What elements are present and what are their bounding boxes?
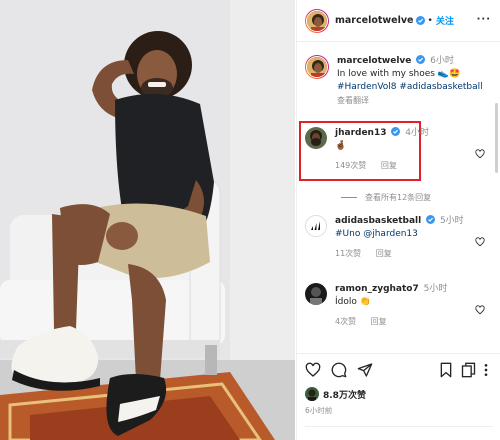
- post-photo: [0, 0, 295, 440]
- add-comment-bar[interactable]: [305, 426, 493, 440]
- separator-dot: •: [427, 15, 433, 26]
- comment-time[interactable]: 5小时: [440, 216, 464, 226]
- comment-likes[interactable]: 4次赞: [335, 317, 356, 326]
- comment-icon[interactable]: [331, 362, 347, 378]
- heart-icon[interactable]: [475, 305, 485, 315]
- reply-button[interactable]: 回复: [371, 317, 387, 326]
- reply-button[interactable]: 回复: [376, 249, 392, 258]
- see-translation-link[interactable]: 查看翻译: [337, 94, 487, 107]
- hashtag-link[interactable]: #Uno: [335, 229, 360, 239]
- caption-username[interactable]: marcelotwelve: [337, 56, 411, 66]
- caption-text: In love with my shoes 👟🤩: [337, 69, 461, 79]
- more-options-icon[interactable]: ···: [477, 14, 491, 25]
- copy-icon[interactable]: [461, 362, 476, 378]
- comment-time[interactable]: 4小时: [405, 128, 429, 138]
- author-username[interactable]: marcelotwelve: [335, 15, 414, 26]
- post-panel: marcelotwelve • 关注 ··· marcelotwelve 6小时: [296, 0, 500, 440]
- comments-list[interactable]: marcelotwelve 6小时 In love with my shoes …: [297, 43, 500, 353]
- view-replies-link[interactable]: 查看所有12条回复: [341, 192, 431, 203]
- heart-icon[interactable]: [475, 149, 485, 159]
- avatar: [305, 387, 319, 401]
- caption-hashtags[interactable]: #HardenVol8 #adidasbasketball: [337, 81, 487, 94]
- like-count[interactable]: 8.8万次赞: [323, 388, 366, 401]
- comment-username[interactable]: jharden13: [335, 128, 386, 138]
- bookmark-icon[interactable]: [439, 362, 453, 378]
- heart-icon[interactable]: [305, 362, 321, 378]
- comment-text: Ídolo 👏: [335, 297, 371, 307]
- caption-avatar-ring[interactable]: [305, 55, 329, 79]
- more-vert-icon[interactable]: [483, 362, 489, 378]
- comment-item: adidasbasketball 5小时 #Uno @jharden13 11次…: [305, 215, 491, 260]
- photo-scene: [0, 0, 295, 440]
- author-avatar-ring[interactable]: [305, 8, 329, 33]
- verified-icon: [426, 215, 436, 224]
- avatar[interactable]: [305, 215, 327, 237]
- comment-username[interactable]: adidasbasketball: [335, 216, 421, 226]
- comment-username[interactable]: ramon_zyghato7: [335, 284, 419, 294]
- mention-link[interactable]: @jharden13: [363, 229, 418, 239]
- avatar[interactable]: [305, 127, 327, 149]
- post-header: marcelotwelve • 关注 ···: [297, 0, 500, 42]
- post-time[interactable]: 6小时前: [305, 405, 332, 416]
- comment-text: 🤞🏾: [335, 141, 347, 151]
- follow-button[interactable]: 关注: [436, 14, 454, 27]
- verified-icon: [391, 127, 401, 136]
- share-icon[interactable]: [357, 362, 373, 378]
- reply-button[interactable]: 回复: [381, 161, 397, 170]
- verified-icon: [416, 55, 426, 64]
- like-summary[interactable]: 8.8万次赞: [305, 387, 366, 401]
- verified-icon: [415, 16, 425, 25]
- divider: [341, 197, 357, 198]
- comment-item: ramon_zyghato7 5小时 Ídolo 👏 4次赞 回复: [305, 283, 491, 328]
- comment-likes[interactable]: 11次赞: [335, 249, 361, 258]
- avatar[interactable]: [305, 283, 327, 305]
- comment-item: jharden13 4小时 🤞🏾 149次赞 回复: [305, 127, 491, 172]
- caption: marcelotwelve 6小时 In love with my shoes …: [305, 55, 491, 107]
- avatar[interactable]: [306, 9, 328, 32]
- caption-time[interactable]: 6小时: [430, 56, 454, 66]
- comment-time[interactable]: 5小时: [424, 284, 448, 294]
- scrollbar[interactable]: [495, 103, 498, 173]
- view-replies-label[interactable]: 查看所有12条回复: [365, 192, 431, 203]
- comment-likes[interactable]: 149次赞: [335, 161, 366, 170]
- post-actions: 8.8万次赞 6小时前: [297, 353, 500, 440]
- heart-icon[interactable]: [475, 237, 485, 247]
- avatar[interactable]: [306, 56, 328, 78]
